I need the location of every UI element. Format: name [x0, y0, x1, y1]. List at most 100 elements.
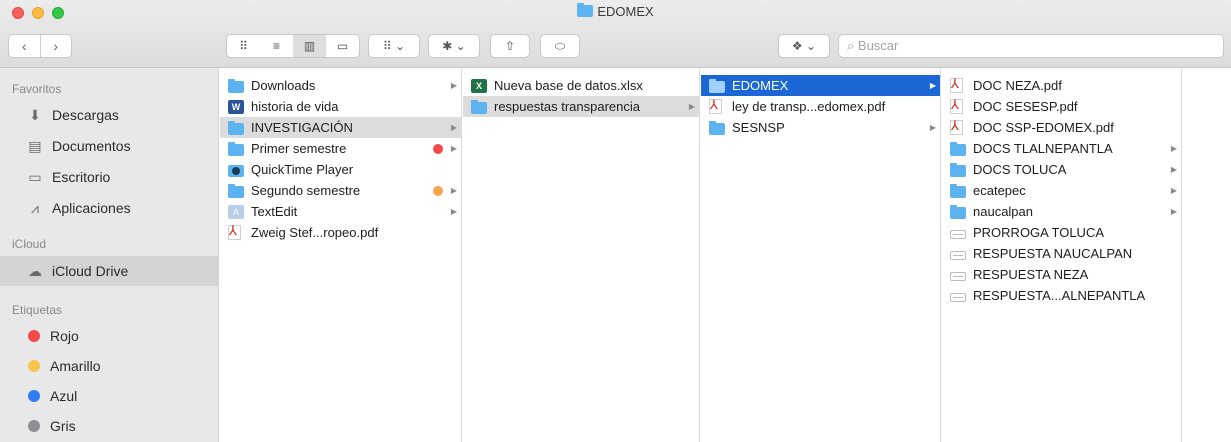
action-gear-button[interactable]: ✱ ⌄	[428, 34, 480, 58]
file-row[interactable]: PRORROGA TOLUCA	[942, 222, 1181, 243]
column-3: EDOMEX ▶ ley de transp...edomex.pdf SESNSP ▶	[701, 68, 941, 442]
file-row[interactable]: X Nueva base de datos.xlsx	[463, 75, 699, 96]
file-row[interactable]: DOCS TLALNEPANTLA ▶	[942, 138, 1181, 159]
file-name: ecatepec	[973, 183, 1026, 198]
file-name: naucalpan	[973, 204, 1033, 219]
word-doc-icon: W	[228, 99, 244, 114]
gallery-view-button[interactable]: ▭	[326, 35, 359, 57]
file-row[interactable]: RESPUESTA NAUCALPAN	[942, 243, 1181, 264]
folder-icon	[577, 3, 594, 17]
document-icon	[950, 292, 966, 302]
applications-icon: ⩘	[31, 199, 39, 216]
file-name: historia de vida	[251, 99, 339, 114]
color-tag-icon	[433, 143, 443, 154]
file-row[interactable]: SESNSP ▶	[701, 117, 940, 138]
share-button[interactable]: ⇧	[490, 34, 530, 58]
file-row[interactable]: A TextEdit ▶	[220, 201, 461, 222]
file-row[interactable]: EDOMEX ▶	[701, 75, 940, 96]
icloud-header: iCloud	[12, 237, 47, 251]
back-button[interactable]: ‹	[9, 38, 40, 54]
file-row[interactable]: Zweig Stef...ropeo.pdf	[220, 222, 461, 243]
disclosure-arrow-icon: ▶	[450, 144, 458, 153]
pdf-icon	[709, 97, 722, 114]
column-4: DOC NEZA.pdf DOC SESESP.pdf DOC SSP-EDOMEX…	[942, 68, 1182, 442]
file-name: INVESTIGACIÓN	[251, 120, 353, 135]
file-row[interactable]: Primer semestre ▶	[220, 138, 461, 159]
file-row[interactable]: DOC SESESP.pdf	[942, 96, 1181, 117]
search-field[interactable]: ⌕ Buscar	[838, 34, 1224, 58]
gray-tag-icon	[28, 420, 40, 432]
file-name: Nueva base de datos.xlsx	[494, 78, 643, 93]
group-by-button[interactable]: ⠿ ⌄	[368, 34, 420, 58]
edit-tags-button[interactable]: ⬭	[540, 34, 580, 58]
sidebar-item-documentos[interactable]: ▤ Documentos	[0, 131, 219, 161]
document-icon	[950, 229, 966, 239]
file-row[interactable]: RESPUESTA NEZA	[942, 264, 1181, 285]
file-row[interactable]: INVESTIGACIÓN ▶	[220, 117, 461, 138]
file-name: DOCS TLALNEPANTLA	[973, 141, 1113, 156]
sidebar-item-descargas[interactable]: ⬇ Descargas	[0, 100, 219, 130]
sidebar-item-label: iCloud Drive	[52, 263, 129, 279]
file-name: RESPUESTA NEZA	[973, 267, 1089, 282]
file-name: PRORROGA TOLUCA	[973, 225, 1104, 240]
folder-icon	[709, 120, 725, 135]
file-row[interactable]: Whistoria de vida	[220, 96, 461, 117]
sidebar-tag-gris[interactable]: Gris	[0, 411, 219, 441]
sidebar-item-escritorio[interactable]: ▭ Escritorio	[0, 162, 219, 192]
sidebar-item-label: Descargas	[52, 107, 119, 123]
forward-button[interactable]: ›	[41, 38, 72, 54]
folder-icon	[950, 183, 966, 198]
sidebar-item-label: Rojo	[50, 328, 79, 344]
sidebar-item-label: Documentos	[52, 138, 131, 154]
quicktime-icon	[228, 164, 244, 177]
sidebar-tag-azul[interactable]: Azul	[0, 381, 219, 411]
red-tag-icon	[28, 330, 40, 342]
window-title: EDOMEX	[0, 3, 1231, 19]
file-name: EDOMEX	[732, 78, 789, 93]
sidebar-item-label: Aplicaciones	[52, 200, 131, 216]
file-name: RESPUESTA...ALNEPANTLA	[973, 288, 1146, 303]
file-name: TextEdit	[251, 204, 298, 219]
sidebar-item-aplicaciones[interactable]: ⩘ Aplicaciones	[0, 193, 219, 223]
file-name: DOCS TOLUCA	[973, 162, 1067, 177]
folder-icon	[950, 204, 966, 219]
favorites-header: Favoritos	[12, 82, 62, 96]
column-1: Downloads ▶ Whistoria de vida INVESTIGACIÓN…	[220, 68, 462, 442]
sidebar-item-label: Escritorio	[52, 169, 111, 185]
file-row[interactable]: naucalpan ▶	[942, 201, 1181, 222]
sidebar-tag-amarillo[interactable]: Amarillo	[0, 351, 219, 381]
file-row[interactable]: Segundo semestre ▶	[220, 180, 461, 201]
file-row[interactable]: ecatepec ▶	[942, 180, 1181, 201]
disclosure-arrow-icon: ▶	[450, 81, 458, 90]
document-icon	[950, 271, 966, 281]
file-name: respuestas transparencia	[494, 99, 640, 114]
file-row[interactable]: DOC SSP-EDOMEX.pdf	[942, 117, 1181, 138]
sidebar: Favoritos ⬇ Descargas ▤ Documentos ▭ Esc…	[0, 68, 219, 442]
list-view-button[interactable]: ≡	[260, 35, 293, 57]
file-row[interactable]: QuickTime Player	[220, 159, 461, 180]
file-row[interactable]: RESPUESTA...ALNEPANTLA	[942, 285, 1181, 306]
column-view-button[interactable]: ▥	[293, 35, 326, 57]
disclosure-arrow-icon: ▶	[688, 102, 696, 111]
file-row[interactable]: DOC NEZA.pdf	[942, 75, 1181, 96]
dropbox-button[interactable]: ❖ ⌄	[778, 34, 830, 58]
file-row[interactable]: DOCS TOLUCA ▶	[942, 159, 1181, 180]
sidebar-item-label: Gris	[50, 418, 76, 434]
icon-view-button[interactable]: ⠿	[227, 35, 260, 57]
file-row[interactable]: respuestas transparencia ▶	[463, 96, 699, 117]
navigation-buttons: ‹ ›	[8, 34, 72, 58]
sidebar-tag-rojo[interactable]: Rojo	[0, 321, 219, 351]
folder-icon	[228, 120, 244, 135]
search-placeholder: Buscar	[857, 38, 899, 53]
file-name: Segundo semestre	[251, 183, 361, 198]
file-row[interactable]: ley de transp...edomex.pdf	[701, 96, 940, 117]
finder-window: EDOMEX ‹ › ⠿ ≡ ▥ ▭ ⠿ ⌄ ✱ ⌄ ⇧ ⬭ ❖ ⌄ ⌕ Bus…	[0, 0, 1231, 442]
disclosure-arrow-icon: ▶	[450, 207, 458, 216]
file-name: ley de transp...edomex.pdf	[732, 99, 886, 114]
column-2: X Nueva base de datos.xlsx respuestas tran…	[463, 68, 700, 442]
pdf-icon	[950, 118, 963, 135]
disclosure-arrow-icon: ▶	[929, 123, 937, 132]
sidebar-item-icloud-drive[interactable]: ☁ iCloud Drive	[0, 256, 219, 286]
file-row[interactable]: Downloads ▶	[220, 75, 461, 96]
excel-icon: X	[471, 78, 487, 93]
